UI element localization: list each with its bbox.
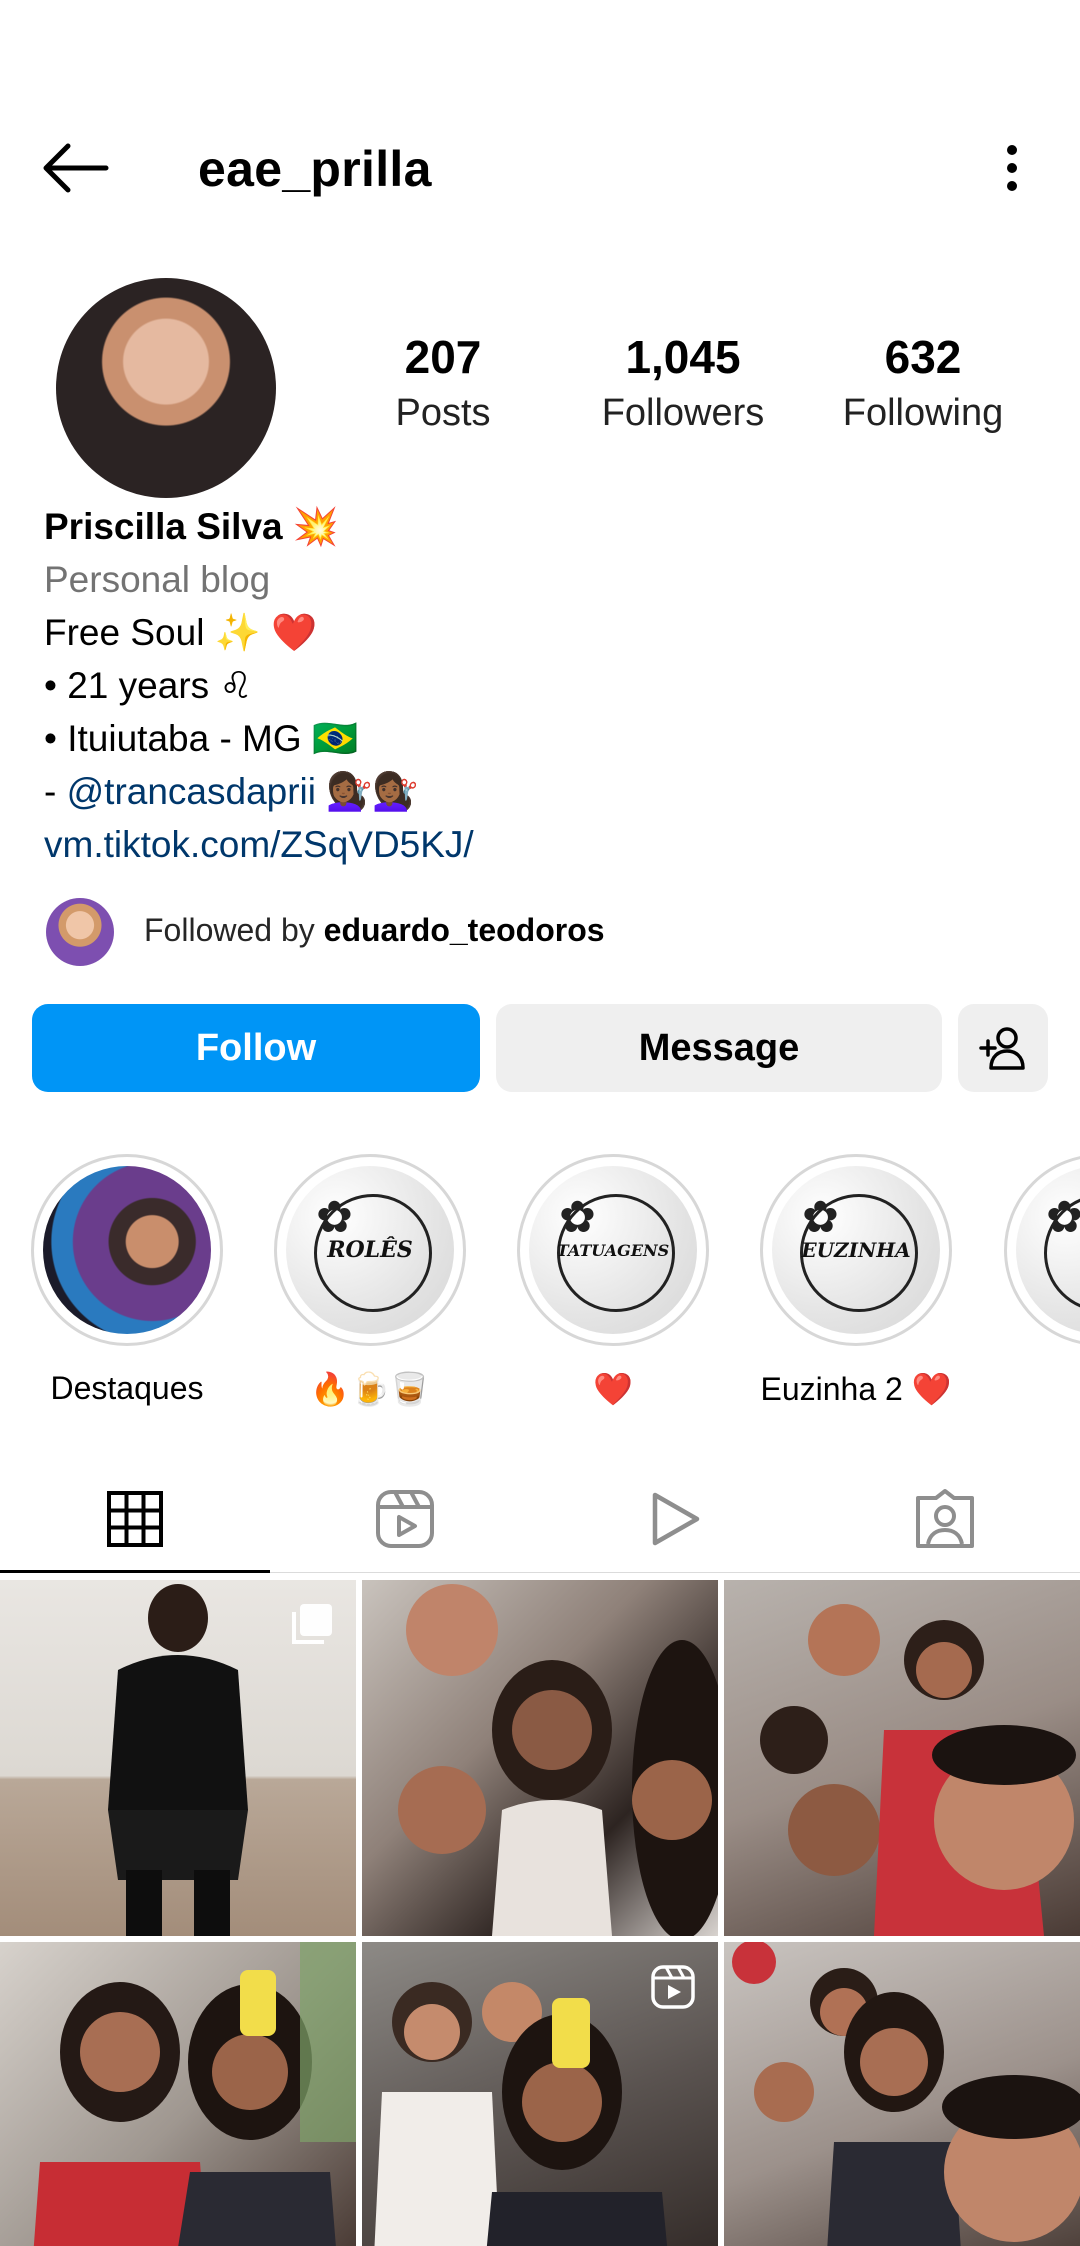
highlight-label: 🔥🍺🥃 xyxy=(310,1371,430,1407)
highlight-ring: ✿ TATUAGENS xyxy=(517,1154,709,1346)
highlight-cover-text: TATUAGENS xyxy=(556,1240,670,1260)
profile-display-name: Priscilla Silva 💥 xyxy=(44,506,339,547)
highlight-item[interactable]: ✿ TATUAGENS ❤️ xyxy=(513,1154,713,1408)
followers-count: 1,045 xyxy=(625,331,741,383)
tab-posts-grid[interactable] xyxy=(0,1466,270,1573)
profile-bio: Priscilla Silva 💥 Personal blog Free Sou… xyxy=(44,500,1044,871)
carousel-icon xyxy=(292,1604,332,1644)
message-button[interactable]: Message xyxy=(496,1004,942,1092)
grid-icon xyxy=(107,1491,163,1547)
flower-icon: ✿ xyxy=(1046,1193,1080,1242)
highlight-ring: ✿ BE xyxy=(1004,1154,1080,1346)
post-figure xyxy=(398,1584,718,1936)
tab-tagged[interactable] xyxy=(810,1466,1080,1572)
highlight-ring: ✿ EUZINHA xyxy=(760,1154,952,1346)
profile-avatar[interactable] xyxy=(56,278,276,498)
highlight-item[interactable]: ✿ EUZINHA Euzinha 2 ❤️ xyxy=(756,1154,956,1408)
followed-by-prefix: Followed by xyxy=(144,912,324,948)
post-thumbnail[interactable] xyxy=(724,1942,1080,2246)
highlight-label: ❤️ xyxy=(593,1371,633,1407)
post-figure xyxy=(760,1604,1076,1936)
profile-page: eae_prilla 207 Posts 1,045 Followers 632… xyxy=(0,0,1080,2246)
highlight-cover: ✿ EUZINHA xyxy=(772,1166,940,1334)
more-options-icon[interactable] xyxy=(984,138,1040,198)
highlight-cover xyxy=(43,1166,211,1334)
highlight-item[interactable]: Destaques xyxy=(27,1154,227,1407)
highlight-cover: ✿ BE xyxy=(1016,1166,1080,1334)
stat-following[interactable]: 632 Following xyxy=(813,330,1033,435)
bio-external-link[interactable]: vm.tiktok.com/ZSqVD5KJ/ xyxy=(44,818,1044,871)
post-thumbnail[interactable] xyxy=(0,1942,356,2246)
tab-videos[interactable] xyxy=(540,1466,810,1572)
post-thumbnail[interactable] xyxy=(724,1580,1080,1936)
post-figure xyxy=(33,1942,356,2246)
flower-icon: ✿ xyxy=(559,1193,596,1242)
tab-reels[interactable] xyxy=(270,1466,540,1572)
post-thumbnail[interactable] xyxy=(362,1942,718,2246)
play-icon xyxy=(652,1492,700,1546)
posts-count: 207 xyxy=(404,331,482,383)
followed-by-user: eduardo_teodoros xyxy=(323,912,605,948)
bio-line: • Ituiutaba - MG 🇧🇷 xyxy=(44,718,359,759)
highlight-ring: ✿ ROLÊS xyxy=(274,1154,466,1346)
stat-posts[interactable]: 207 Posts xyxy=(333,330,553,435)
profile-category: Personal blog xyxy=(44,559,271,600)
bio-emoji: 💇🏾‍♀️💇🏾‍♀️ xyxy=(316,771,419,812)
suggested-users-button[interactable] xyxy=(958,1004,1048,1092)
tagged-icon xyxy=(916,1489,974,1548)
post-thumbnail[interactable] xyxy=(362,1580,718,1936)
posts-label: Posts xyxy=(395,392,491,434)
stat-followers[interactable]: 1,045 Followers xyxy=(573,330,793,435)
follow-button[interactable]: Follow xyxy=(32,1004,480,1092)
bio-mention-link[interactable]: @trancasdaprii xyxy=(67,771,316,812)
post-thumbnail[interactable] xyxy=(0,1580,356,1936)
highlight-label: Destaques xyxy=(50,1370,204,1406)
bio-dash: - xyxy=(44,771,67,812)
profile-tabs xyxy=(0,1466,1080,1573)
followed-by[interactable]: Followed by eduardo_teodoros xyxy=(44,898,1044,970)
bio-line: - @trancasdaprii 💇🏾‍♀️💇🏾‍♀️ xyxy=(44,765,1044,818)
following-count: 632 xyxy=(884,331,962,383)
highlight-ring xyxy=(31,1154,223,1346)
bio-line: • 21 years ♌ xyxy=(44,665,253,706)
flower-icon: ✿ xyxy=(316,1193,353,1242)
post-figure xyxy=(108,1584,248,1936)
profile-username: eae_prilla xyxy=(198,141,432,197)
bio-line: Free Soul ✨ ❤️ xyxy=(44,612,318,653)
post-figure xyxy=(732,1942,1080,2246)
add-person-icon xyxy=(979,1027,1025,1070)
highlight-item[interactable]: ✿ ROLÊS 🔥🍺🥃 xyxy=(270,1154,470,1408)
top-bar: eae_prilla xyxy=(0,120,1080,216)
back-arrow-icon[interactable] xyxy=(36,138,116,198)
followed-by-text: Followed by eduardo_teodoros xyxy=(144,912,605,949)
following-label: Following xyxy=(842,392,1004,434)
followers-label: Followers xyxy=(601,392,765,434)
reels-icon xyxy=(376,1490,434,1548)
highlight-cover: ✿ TATUAGENS xyxy=(529,1166,697,1334)
reel-badge-icon xyxy=(651,1965,695,2009)
highlight-cover: ✿ ROLÊS xyxy=(286,1166,454,1334)
highlight-label: Euzinha 2 ❤️ xyxy=(760,1371,952,1407)
flower-icon: ✿ xyxy=(802,1193,839,1242)
follower-avatar xyxy=(46,898,114,966)
highlight-item[interactable]: ✿ BE xyxy=(996,1154,1080,1370)
